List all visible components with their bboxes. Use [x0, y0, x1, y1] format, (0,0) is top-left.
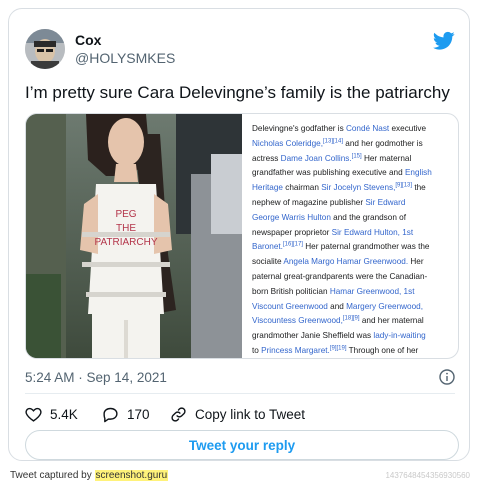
capture-credit: Tweet captured by screenshot.guru: [10, 470, 169, 481]
wiki-text: to: [252, 345, 262, 355]
wiki-link[interactable]: Viscountess Greenwood,: [252, 316, 343, 325]
wiki-text: the: [412, 183, 426, 193]
avatar[interactable]: [25, 29, 65, 69]
wiki-line: grandmother Janie Sheffield was lady-in-…: [252, 329, 456, 344]
wiki-link[interactable]: Condé Nast: [346, 124, 389, 133]
wiki-text: Through one of her: [346, 345, 419, 355]
wiki-line: Delevingne's godfather is Condé Nast exe…: [252, 122, 456, 137]
wikipedia-excerpt: Delevingne's godfather is Condé Nast exe…: [252, 122, 456, 358]
wiki-text: Her maternal: [361, 153, 412, 163]
wiki-link[interactable]: Margery Greenwood,: [346, 302, 423, 311]
wiki-text: and: [327, 301, 347, 311]
wiki-line: born British politician Hamar Greenwood,…: [252, 285, 456, 300]
tweet-timestamp[interactable]: 5:24 AM · Sep 14, 2021: [25, 370, 167, 385]
reply-icon: [103, 407, 118, 422]
wiki-link[interactable]: Baronet.: [252, 242, 283, 251]
capture-site-link[interactable]: screenshot.guru: [94, 470, 169, 481]
wiki-text: Delevingne's godfather is: [252, 124, 346, 133]
like-count: 5.4K: [50, 406, 78, 422]
wiki-line: Heritage chairman Sir Jocelyn Stevens,[9…: [252, 181, 456, 196]
outfit-text-2: THE: [116, 223, 136, 234]
wiki-line: actress Dame Joan Collins.[15] Her mater…: [252, 152, 456, 167]
link-icon: [171, 406, 186, 422]
reply-count: 170: [127, 406, 150, 422]
wiki-text: newspaper proprietor: [252, 227, 332, 237]
reply-button[interactable]: 170: [102, 406, 170, 423]
wiki-citation[interactable]: [9][19]: [330, 345, 347, 351]
wiki-link[interactable]: lady-in-waiting: [373, 331, 425, 340]
wiki-line: newspaper proprietor Sir Edward Hulton, …: [252, 226, 456, 241]
tweet-your-reply-button[interactable]: Tweet your reply: [25, 430, 459, 460]
wiki-text: grandfather was publishing executive and: [252, 168, 405, 178]
outfit-text-3: PATRIARCHY: [95, 237, 158, 248]
wiki-citation[interactable]: [13][14]: [323, 138, 343, 144]
wiki-link[interactable]: Sir Edward: [365, 198, 405, 207]
wiki-text: socialite: [252, 257, 284, 267]
wiki-link[interactable]: English: [405, 168, 432, 177]
wiki-line: Nicholas Coleridge,[13][14] and her godm…: [252, 137, 456, 152]
wiki-line: socialite Angela Margo Hamar Greenwood. …: [252, 255, 456, 270]
like-button[interactable]: 5.4K: [25, 406, 102, 423]
wiki-line: grandfather was publishing executive and…: [252, 166, 456, 181]
tweet-id: 1437648454356930560: [385, 471, 470, 480]
avatar-image: [25, 29, 65, 69]
author-name[interactable]: Cox: [75, 32, 101, 48]
twitter-bird-icon[interactable]: [433, 31, 455, 51]
wiki-text: and her godmother is: [343, 138, 423, 148]
wiki-citation[interactable]: [15]: [352, 153, 362, 159]
wiki-line: to Princess Margaret.[9][19] Through one…: [252, 344, 456, 358]
wiki-link[interactable]: George Warris Hulton: [252, 213, 331, 222]
wiki-link[interactable]: Princess Margaret.: [261, 346, 330, 355]
copy-link-button[interactable]: Copy link to Tweet: [170, 406, 305, 423]
wiki-link[interactable]: Angela Margo Hamar Greenwood.: [283, 257, 408, 266]
wiki-line: George Warris Hulton and the grandson of: [252, 211, 456, 226]
wiki-text: executive: [389, 124, 427, 133]
wiki-link[interactable]: Heritage: [252, 183, 283, 192]
capture-credit-prefix: Tweet captured by: [10, 470, 95, 481]
wiki-line: Viscountess Greenwood,[18][9] and her ma…: [252, 314, 456, 329]
wiki-text: born British politician: [252, 286, 330, 296]
wiki-citation[interactable]: [16][17]: [283, 242, 303, 248]
wiki-citation[interactable]: [9][13]: [395, 182, 412, 188]
wiki-link[interactable]: Dame Joan Collins.: [281, 154, 352, 163]
tweet-media[interactable]: PEG THE PATRIARCHY Delevingne's godfathe…: [25, 113, 459, 359]
wiki-line: nephew of magazine publisher Sir Edward: [252, 196, 456, 211]
wiki-text: grandmother Janie Sheffield was: [252, 331, 374, 341]
wiki-text: chairman: [282, 183, 322, 193]
tweet-text: I’m pretty sure Cara Delevingne’s family…: [25, 83, 450, 102]
wiki-text: actress: [252, 153, 281, 163]
wiki-text: Her: [408, 257, 424, 267]
wiki-citation[interactable]: [18][9]: [343, 316, 360, 322]
wiki-line: Baronet.[16][17] Her paternal grandmothe…: [252, 240, 456, 255]
info-icon[interactable]: [439, 369, 455, 385]
wiki-text: Her paternal grandmother was the: [302, 242, 430, 252]
wiki-link[interactable]: Viscount Greenwood: [252, 302, 328, 311]
tweet-actions: 5.4K 170 Copy link to Tweet: [25, 404, 305, 424]
divider: [25, 393, 455, 394]
tweet-card: Cox @HOLYSMKES I’m pretty sure Cara Dele…: [8, 8, 470, 461]
outfit-text-1: PEG: [115, 209, 136, 220]
photo: PEG THE PATRIARCHY: [26, 114, 242, 358]
wiki-link[interactable]: Sir Edward Hulton, 1st: [332, 228, 413, 237]
wiki-text: paternal great-grandparents were the Can…: [252, 271, 428, 281]
wiki-line: Viscount Greenwood and Margery Greenwood…: [252, 300, 456, 315]
wiki-link[interactable]: Hamar Greenwood, 1st: [330, 287, 415, 296]
wiki-text: and her maternal: [359, 316, 424, 326]
wiki-link[interactable]: Nicholas Coleridge,: [252, 139, 323, 148]
copy-link-label: Copy link to Tweet: [195, 406, 306, 422]
wiki-text: nephew of magazine publisher: [252, 197, 366, 207]
author-handle[interactable]: @HOLYSMKES: [75, 50, 175, 66]
wiki-link[interactable]: Sir Jocelyn Stevens,: [321, 183, 395, 192]
wiki-line: paternal great-grandparents were the Can…: [252, 270, 456, 285]
wiki-text: and the grandson of: [330, 212, 406, 222]
heart-icon: [25, 407, 42, 422]
